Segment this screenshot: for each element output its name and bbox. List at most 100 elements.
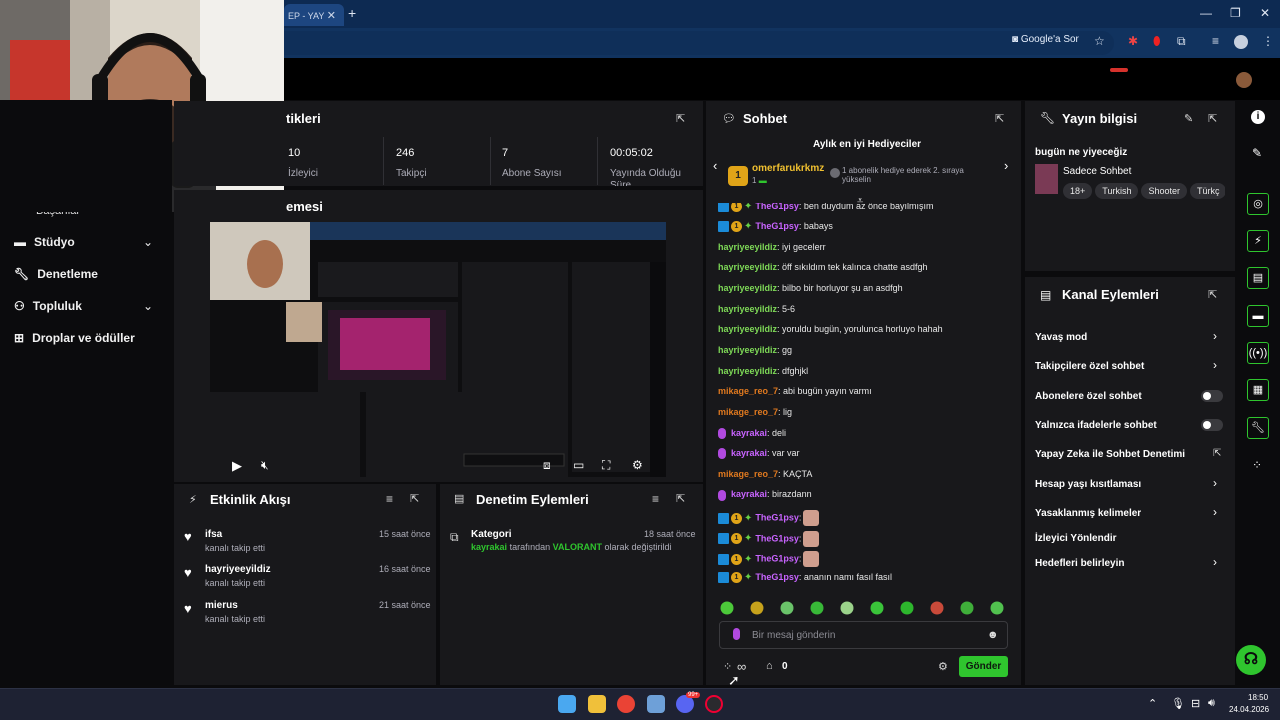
top-gifter-name[interactable]: omerfarukrkmz xyxy=(752,163,824,174)
mute-icon[interactable]: 🔇︎ xyxy=(261,458,269,473)
help-button[interactable]: ☊ xyxy=(1236,645,1266,675)
sidebar-item-community[interactable]: ⚇ Topluluk xyxy=(14,299,82,313)
close-window-icon[interactable]: ✕ xyxy=(1260,6,1270,20)
chevron-right-icon[interactable]: › xyxy=(1213,555,1217,569)
chat-username[interactable]: hayriyeeyildiz xyxy=(718,345,777,355)
filter-icon[interactable]: ≡ xyxy=(386,492,393,506)
bolt-quick-icon[interactable]: ⚡︎ xyxy=(1247,230,1269,252)
stream-video[interactable] xyxy=(210,222,666,477)
tag[interactable]: 18+ xyxy=(1063,183,1093,199)
filter-icon[interactable]: ≡ xyxy=(652,492,659,506)
network-icon[interactable]: ⊟ xyxy=(1191,697,1200,710)
clock-time[interactable]: 18:50 xyxy=(1248,693,1268,702)
action-raid[interactable]: İzleyici Yönlendir xyxy=(1035,533,1117,544)
emote-icon[interactable] xyxy=(870,601,884,615)
minimize-icon[interactable]: — xyxy=(1200,6,1212,20)
clip-icon[interactable]: ◎ xyxy=(1247,193,1269,215)
chat-settings-icon[interactable]: ⚙ xyxy=(938,660,948,673)
subscribers-only-toggle[interactable] xyxy=(1201,390,1223,402)
chevron-down-icon[interactable]: ⌄ xyxy=(143,299,153,313)
media-list-icon[interactable]: ≡ xyxy=(1212,34,1219,48)
windows-start-icon[interactable] xyxy=(558,695,576,713)
chat-username[interactable]: hayriyeeyildiz xyxy=(718,242,777,252)
chevron-down-icon[interactable]: ⌄ xyxy=(143,235,153,249)
chat-username[interactable]: hayriyeeyildiz xyxy=(718,366,777,376)
settings-gear-icon[interactable]: ⚙ xyxy=(632,458,643,472)
bookmark-star-icon[interactable]: ☆ xyxy=(1094,34,1105,48)
browser-tab[interactable]: EP - YAY ✕ xyxy=(284,4,344,26)
fullscreen-icon[interactable]: ⛶ xyxy=(602,458,610,473)
google-ask-button[interactable]: ◙ Google'a Sor xyxy=(1012,34,1079,45)
maximize-icon[interactable]: ❐ xyxy=(1230,6,1241,20)
store-icon[interactable]: ⌂ xyxy=(766,660,773,672)
mic-tray-icon[interactable]: 🎙︎ xyxy=(1171,697,1185,710)
chat-username[interactable]: kayrakai xyxy=(731,448,767,458)
action-followers-only[interactable]: Takipçilere özel sohbet xyxy=(1035,361,1144,372)
info-icon[interactable]: i xyxy=(1251,110,1265,124)
emote-icon[interactable] xyxy=(960,601,974,615)
chat-username[interactable]: mikage_reo_7 xyxy=(718,469,778,479)
address-bar[interactable] xyxy=(284,31,1114,55)
pip-icon[interactable]: ⧈ xyxy=(543,458,551,473)
popout-icon[interactable]: ⇱ xyxy=(1208,112,1217,125)
browser-menu-icon[interactable]: ⋮ xyxy=(1262,34,1274,48)
tag[interactable]: Türkç xyxy=(1189,183,1225,199)
profile-avatar[interactable] xyxy=(1234,35,1248,49)
sidebar-item-studio[interactable]: ▬ Stüdyo xyxy=(14,235,75,249)
chat-username[interactable]: TheG1psy xyxy=(755,533,799,543)
close-tab-icon[interactable]: ✕ xyxy=(327,10,336,22)
tray-chevron-icon[interactable]: ⌃ xyxy=(1148,697,1157,710)
chat-username[interactable]: hayriyeeyildiz xyxy=(718,304,777,314)
category-name[interactable]: Sadece Sohbet xyxy=(1063,166,1131,177)
chevron-left-icon[interactable]: ‹ xyxy=(713,158,717,173)
chevron-right-icon[interactable]: › xyxy=(1213,329,1217,343)
extensions-puzzle-icon[interactable]: ⧉ xyxy=(1177,34,1186,49)
broadcast-icon[interactable]: ((•)) xyxy=(1247,342,1269,364)
extension-icon[interactable]: ✱ xyxy=(1128,34,1138,48)
user-avatar[interactable] xyxy=(1236,72,1252,88)
chevron-right-icon[interactable]: › xyxy=(1213,476,1217,490)
chat-username[interactable]: kayrakai xyxy=(731,428,767,438)
action-slow-mode[interactable]: Yavaş mod xyxy=(1035,332,1087,343)
play-icon[interactable]: ▶ xyxy=(232,458,242,474)
chevron-right-icon[interactable]: › xyxy=(1213,505,1217,519)
activity-user[interactable]: mierus xyxy=(205,600,238,611)
emote-icon[interactable] xyxy=(750,601,764,615)
more-icon[interactable]: ⁘ xyxy=(1252,458,1262,472)
chevron-right-icon[interactable]: › xyxy=(1004,158,1008,173)
tag[interactable]: Turkish xyxy=(1095,183,1139,199)
action-ai-moderation[interactable]: Yapay Zeka ile Sohbet Denetimi xyxy=(1035,449,1185,460)
action-subscribers-only[interactable]: Abonelere özel sohbet xyxy=(1035,391,1142,402)
chat-input-placeholder[interactable]: Bir mesaj gönderin xyxy=(752,630,835,641)
send-button[interactable]: Gönder xyxy=(959,656,1008,677)
popout-icon[interactable]: ⇱ xyxy=(995,112,1004,125)
chat-username[interactable]: TheG1psy xyxy=(755,221,799,231)
emote-icon[interactable] xyxy=(930,601,944,615)
tag[interactable]: Shooter xyxy=(1141,183,1187,199)
sidebar-item-moderation[interactable]: 🔧︎ Denetleme xyxy=(14,267,98,281)
chrome-icon[interactable] xyxy=(617,695,635,713)
app-icon[interactable] xyxy=(705,695,723,713)
chat-username[interactable]: mikage_reo_7 xyxy=(718,386,778,396)
pencil-icon[interactable]: ✎ xyxy=(1252,146,1262,160)
layout-icon[interactable]: ▦ xyxy=(1247,379,1269,401)
notes-icon[interactable]: ▤ xyxy=(1247,267,1269,289)
emote-icon[interactable] xyxy=(780,601,794,615)
popout-icon[interactable]: ⇱ xyxy=(676,492,685,505)
volume-icon[interactable]: 🔊︎ xyxy=(1208,697,1215,710)
new-tab-icon[interactable]: + xyxy=(348,5,356,21)
chat-username[interactable]: hayriyeeyildiz xyxy=(718,283,777,293)
app-icon[interactable] xyxy=(647,695,665,713)
emote-icon[interactable] xyxy=(810,601,824,615)
emote-icon[interactable] xyxy=(900,601,914,615)
theater-mode-icon[interactable]: ▭ xyxy=(573,458,584,472)
chat-username[interactable]: TheG1psy xyxy=(755,554,799,564)
popout-icon[interactable]: ⇱ xyxy=(1208,288,1217,301)
activity-user[interactable]: hayriyeeyildiz xyxy=(205,564,271,575)
wrench-quick-icon[interactable]: 🔧︎ xyxy=(1247,417,1269,439)
action-emote-only[interactable]: Yalnızca ifadelerle sohbet xyxy=(1035,420,1157,431)
emote-only-toggle[interactable] xyxy=(1201,419,1223,431)
chat-username[interactable]: TheG1psy xyxy=(755,572,799,582)
chat-username[interactable]: hayriyeeyildiz xyxy=(718,262,777,272)
clock-date[interactable]: 24.04.2026 xyxy=(1229,705,1269,714)
